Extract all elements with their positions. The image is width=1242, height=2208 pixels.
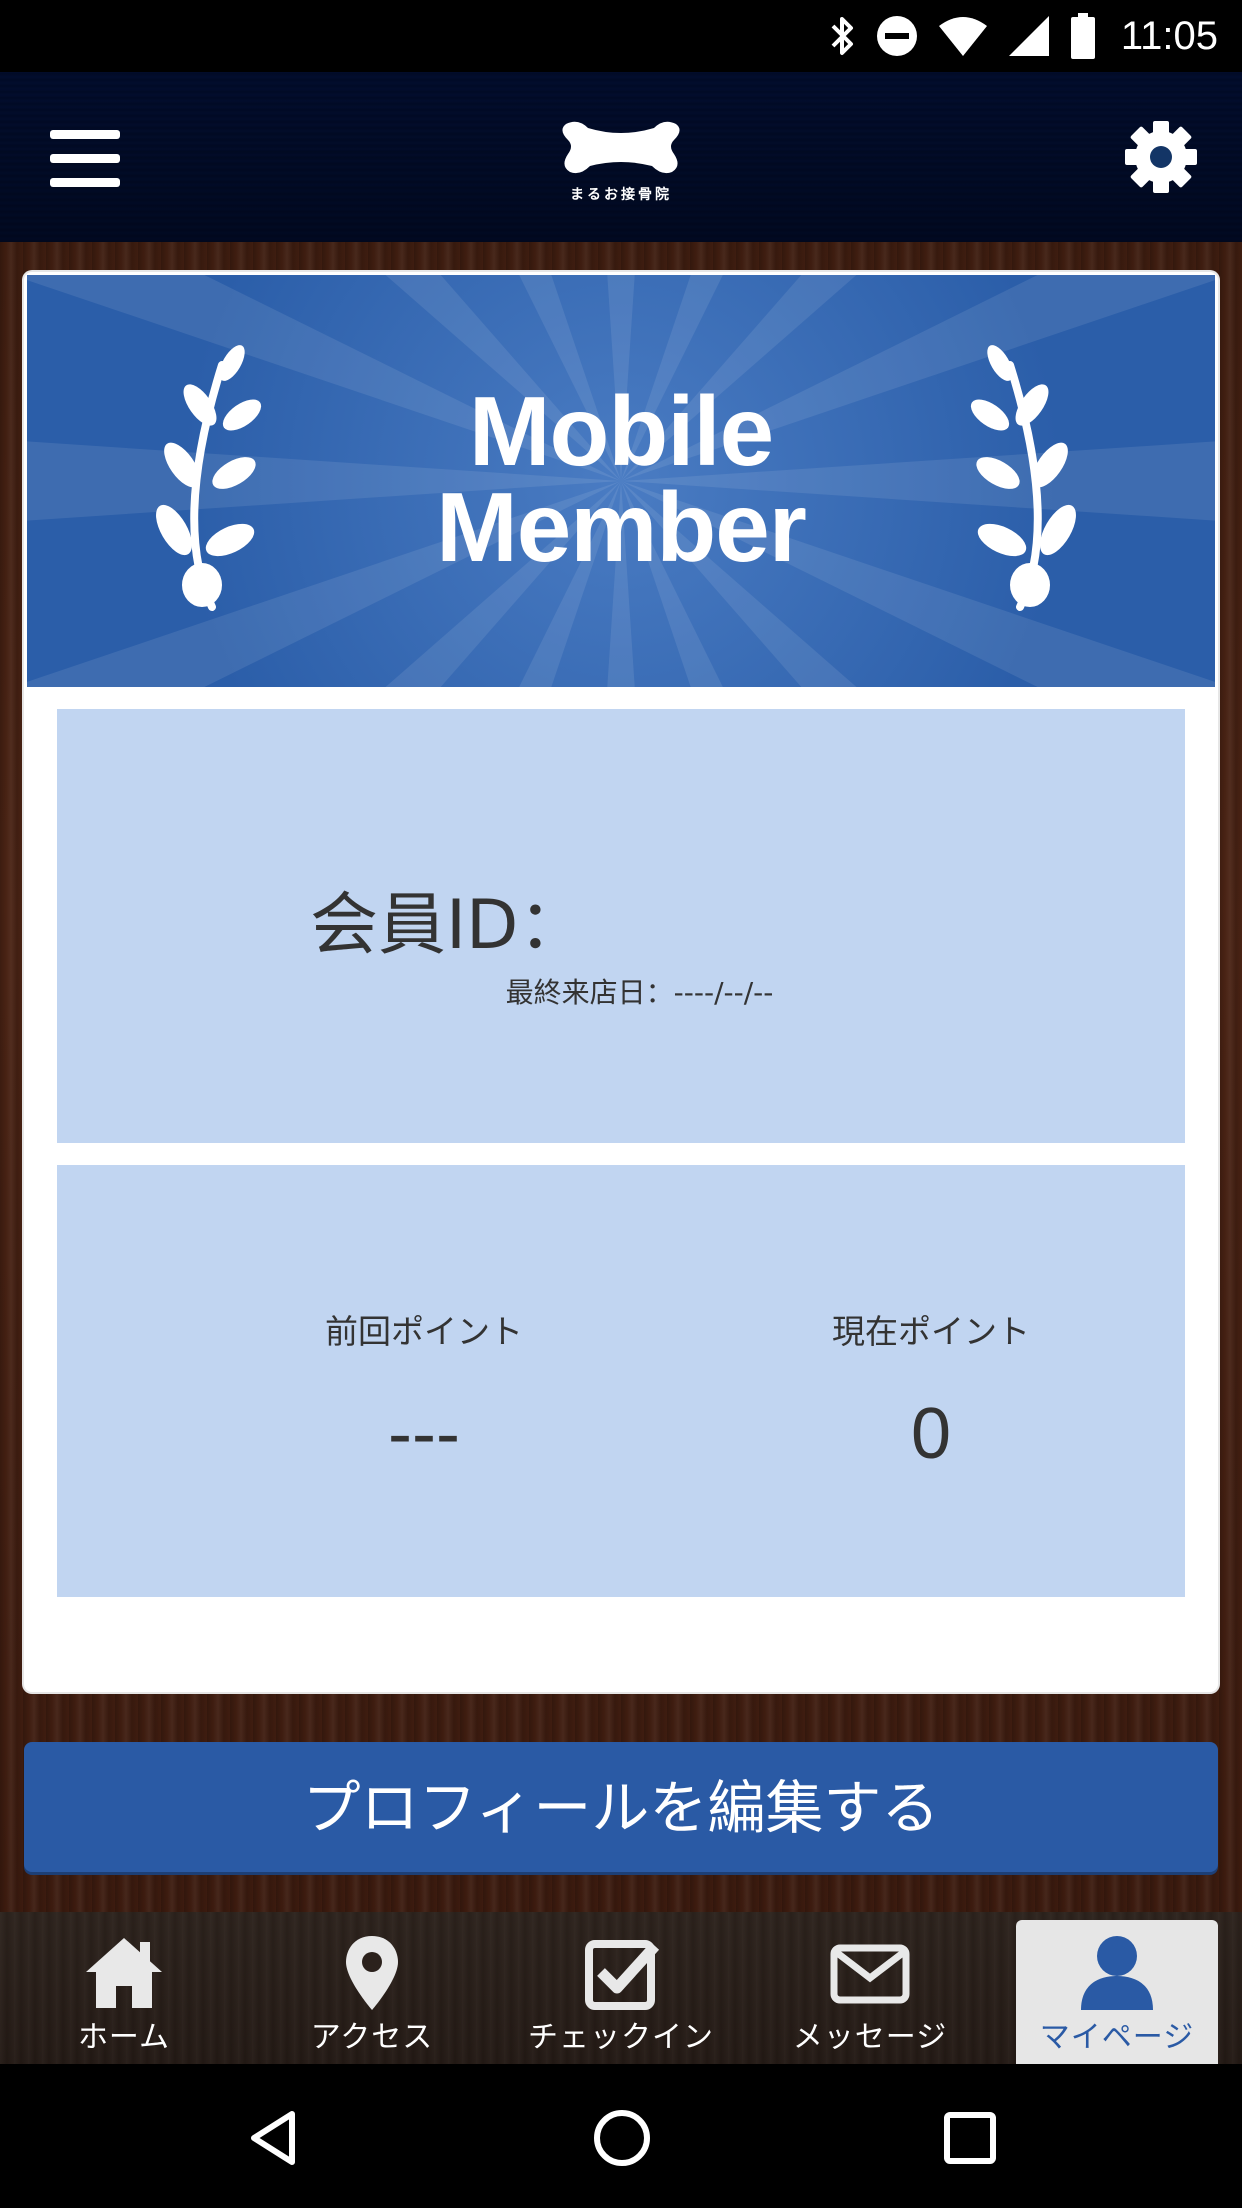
tab-access-label: アクセス <box>310 2020 434 2055</box>
bluetooth-icon <box>831 17 853 55</box>
tab-mypage[interactable]: マイページ <box>1016 1920 1218 2064</box>
last-visit-value: ----/--/-- <box>673 976 774 1009</box>
system-nav-bar <box>0 2064 1242 2208</box>
signal-icon <box>1008 16 1049 56</box>
wifi-icon <box>938 17 987 56</box>
status-icons: 11:05 <box>827 0 1218 72</box>
member-id-label: 会員ID： <box>310 886 587 965</box>
current-points-value: 0 <box>910 1394 952 1474</box>
hamburger-line <box>50 178 120 187</box>
tab-checkin[interactable]: チェックイン <box>521 1920 721 2064</box>
gear-icon <box>1125 121 1197 193</box>
bone-logo-icon <box>562 121 680 174</box>
recent-apps-icon[interactable] <box>940 2108 1000 2168</box>
last-visit-text: 最終来店日：----/--/-- <box>506 971 774 1011</box>
checkbox-icon <box>585 1940 660 2010</box>
member-info-panel: 会員ID： 最終来店日：----/--/-- <box>57 709 1185 1143</box>
settings-button[interactable] <box>1124 120 1198 194</box>
clock: 11:05 <box>1120 13 1218 58</box>
tab-message[interactable]: メッセージ <box>770 1920 970 2064</box>
menu-button[interactable] <box>50 130 120 190</box>
clinic-name: まるお接骨院 <box>570 187 672 203</box>
user-icon <box>1081 1936 1153 2010</box>
app-header: まるお接骨院 <box>0 72 1242 242</box>
status-bar: 11:05 <box>0 0 1242 72</box>
bottom-tab-bar: ホーム アクセス チェックイン メッセージ マイページ <box>0 1912 1242 2064</box>
current-points-label: 現在ポイント <box>832 1312 1030 1351</box>
clinic-logo[interactable]: まるお接骨院 <box>551 116 691 226</box>
hamburger-menu-icon <box>50 130 120 139</box>
points-panel: 前回ポイント --- 現在ポイント 0 <box>57 1165 1185 1597</box>
tab-mypage-label: マイページ <box>1039 2020 1195 2055</box>
main-content: Mobile Member 会員ID： 最終来店日：----/--/-- 前回ポ… <box>0 242 1242 1912</box>
mobile-member-banner: Mobile Member <box>27 275 1215 687</box>
map-pin-icon <box>346 1936 398 2010</box>
hamburger-line <box>50 154 120 163</box>
tab-message-label: メッセージ <box>792 2020 948 2055</box>
tab-home-label: ホーム <box>77 2020 171 2055</box>
battery-icon <box>1070 13 1095 59</box>
last-visit-label: 最終来店日： <box>505 976 674 1009</box>
member-card: Mobile Member 会員ID： 最終来店日：----/--/-- 前回ポ… <box>24 272 1218 1692</box>
previous-points-label: 前回ポイント <box>325 1312 523 1351</box>
tab-checkin-label: チェックイン <box>528 2020 714 2055</box>
current-points: 現在ポイント 0 <box>731 1305 1131 1475</box>
home-circle-icon[interactable] <box>592 2108 652 2168</box>
previous-points: 前回ポイント --- <box>224 1305 624 1475</box>
previous-points-value: --- <box>388 1394 460 1474</box>
back-icon[interactable] <box>244 2108 304 2168</box>
tab-access[interactable]: アクセス <box>272 1920 472 2064</box>
tab-home[interactable]: ホーム <box>24 1920 224 2064</box>
do-not-disturb-icon <box>876 16 917 56</box>
envelope-icon <box>830 1944 910 2004</box>
last-visit: 最終来店日：----/--/-- <box>57 971 1185 1011</box>
laurel-right-icon <box>970 345 1076 611</box>
edit-profile-button[interactable]: プロフィールを編集する <box>24 1742 1218 1872</box>
home-icon <box>86 1938 162 2008</box>
